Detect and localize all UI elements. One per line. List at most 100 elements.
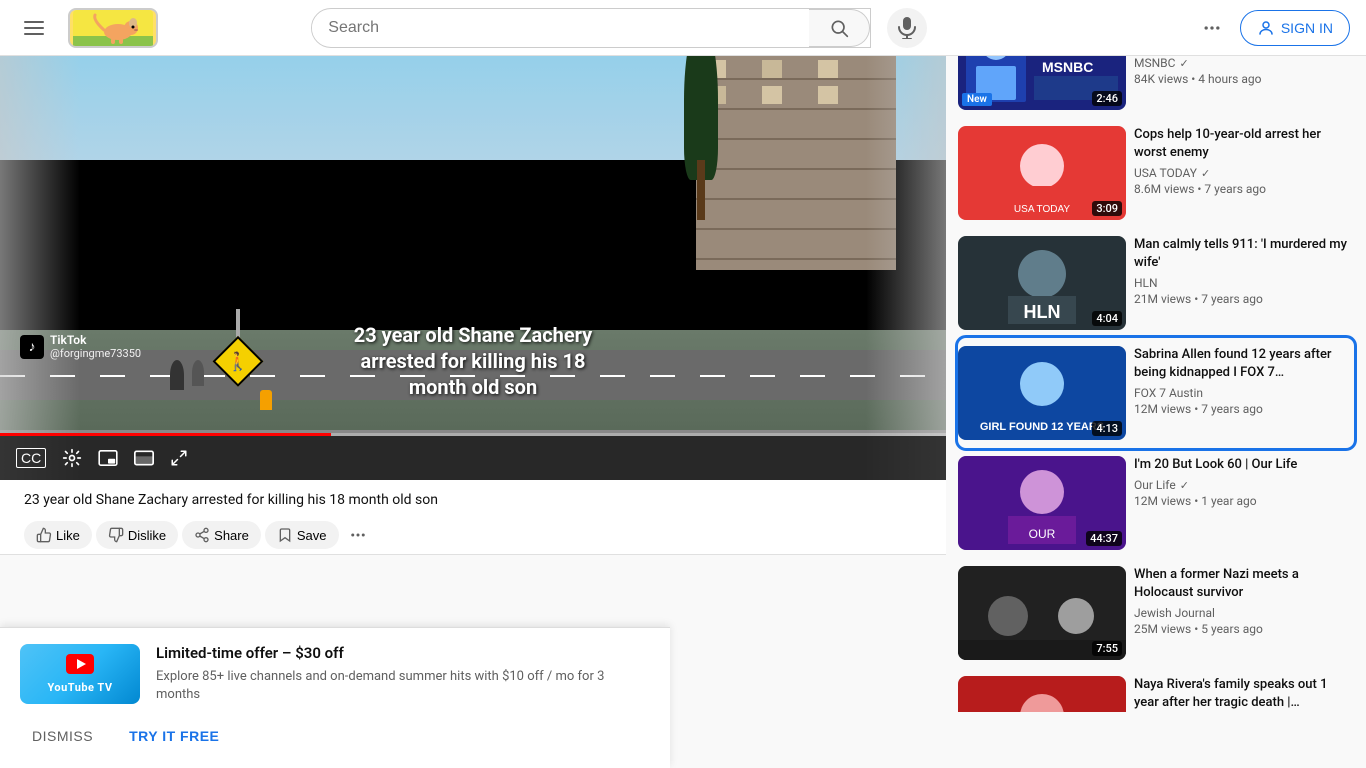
like-button[interactable]: Like — [24, 521, 92, 549]
windows — [706, 60, 866, 104]
svg-text:GIRL FOUND 12 YEARS: GIRL FOUND 12 YEARS — [980, 421, 1104, 433]
video-text-overlay: 23 year old Shane Zachery arrested for k… — [354, 322, 593, 400]
search-input[interactable] — [312, 11, 809, 45]
sidebar-video-title: Man calmly tells 911: 'I murdered my wif… — [1134, 236, 1350, 272]
video-duration: 44:37 — [1086, 531, 1122, 546]
like-label: Like — [56, 528, 80, 543]
sidebar-video-meta: 21M views • 7 years ago — [1134, 292, 1350, 306]
header-center — [269, 8, 969, 48]
tiktok-logo: ♪ — [20, 335, 44, 359]
ad-logo-text: YouTube TV — [47, 681, 112, 694]
window — [762, 60, 782, 78]
logo[interactable] — [68, 8, 158, 48]
dislike-button[interactable]: Dislike — [96, 521, 178, 549]
more-options-button[interactable] — [1192, 8, 1232, 48]
sidebar-video-info: I'm 20 But Look 60 | Our LifeOur Life ✓1… — [1134, 456, 1354, 550]
video-title: 23 year old Shane Zachary arrested for k… — [24, 492, 922, 508]
sidebar-video-info: When a former Nazi meets a Holocaust sur… — [1134, 566, 1354, 660]
channel-label: FOX 7 Austin — [1134, 386, 1203, 400]
fullscreen-button[interactable] — [166, 445, 192, 471]
sidebar-item[interactable]: USA TODAY3:09Cops help 10-year-old arres… — [958, 118, 1354, 228]
save-button[interactable]: Save — [265, 521, 339, 549]
sidebar-video-title: When a former Nazi meets a Holocaust sur… — [1134, 566, 1350, 602]
cc-button[interactable]: CC — [12, 444, 50, 472]
sidebar-video-info: Man calmly tells 911: 'I murdered my wif… — [1134, 236, 1354, 330]
dislike-label: Dislike — [128, 528, 166, 543]
share-label: Share — [214, 528, 249, 543]
menu-button[interactable] — [16, 13, 52, 43]
sidebar-channel-name: Our Life ✓ — [1134, 478, 1350, 492]
sign-in-button[interactable]: SIGN IN — [1240, 10, 1350, 46]
tiktok-watermark: ♪ TikTok @forgingme73350 — [20, 333, 141, 360]
dismiss-button[interactable]: DISMISS — [20, 720, 105, 752]
sidebar-video-info: Cops help 10-year-old arrest her worst e… — [1134, 126, 1354, 220]
sidebar: MSNBC2:46NewMark Meadows Ordered To Test… — [946, 0, 1366, 712]
video-duration: 2:46 — [1092, 91, 1122, 106]
try-free-button[interactable]: TRY IT FREE — [117, 720, 231, 752]
sidebar-thumbnail: GIRL FOUND 12 YEARS4:13 — [958, 346, 1126, 440]
search-button[interactable] — [809, 9, 870, 47]
window — [818, 60, 838, 78]
sidebar-item[interactable]: HLN4:04Man calmly tells 911: 'I murdered… — [958, 228, 1354, 338]
sidebar-video-meta: 25M views • 5 years ago — [1134, 622, 1350, 636]
svg-text:HLN: HLN — [1024, 302, 1061, 322]
sidebar-video-info: Sabrina Allen found 12 years after being… — [1134, 346, 1354, 440]
header-right: SIGN IN — [1192, 8, 1350, 48]
ad-description: Explore 85+ live channels and on-demand … — [156, 668, 650, 704]
miniplayer-button[interactable] — [94, 446, 122, 470]
channel-label: MSNBC — [1134, 56, 1175, 70]
sidebar-item[interactable]: GMA5:22Naya Rivera's family speaks out 1… — [958, 668, 1354, 712]
tiktok-app-name: TikTok — [50, 333, 141, 347]
sign-symbol: 🚶 — [222, 345, 254, 377]
sidebar-video-title: Naya Rivera's family speaks out 1 year a… — [1134, 676, 1350, 712]
svg-text:MSNBC: MSNBC — [1042, 59, 1093, 75]
tiktok-username: @forgingme73350 — [50, 347, 141, 360]
people-silhouettes — [170, 360, 204, 390]
sidebar-video-info: Naya Rivera's family speaks out 1 year a… — [1134, 676, 1354, 712]
video-controls-bar: CC — [0, 436, 946, 480]
cc-icon: CC — [16, 448, 46, 468]
save-label: Save — [297, 528, 327, 543]
channel-label: USA TODAY — [1134, 166, 1197, 180]
sidebar-item[interactable]: GIRL FOUND 12 YEARS4:13Sabrina Allen fou… — [958, 338, 1354, 448]
header-left — [16, 8, 158, 48]
overlay-line1: 23 year old Shane Zachery — [354, 322, 593, 348]
overlay-line3: month old son — [354, 374, 593, 400]
verified-icon: ✓ — [1201, 167, 1210, 180]
sidebar-item[interactable]: 7:55When a former Nazi meets a Holocaust… — [958, 558, 1354, 668]
tree-trunk — [697, 160, 705, 220]
ad-banner: YouTube TV Limited-time offer – $30 off … — [0, 627, 670, 768]
ad-actions: DISMISS TRY IT FREE — [20, 720, 650, 752]
left-gradient — [0, 0, 80, 480]
overlay-line2: arrested for killing his 18 — [354, 348, 593, 374]
sign-in-label: SIGN IN — [1281, 20, 1333, 36]
window — [818, 86, 838, 104]
sidebar-thumbnail: OUR44:37 — [958, 456, 1126, 550]
channel-label: Our Life — [1134, 478, 1176, 492]
sidebar-channel-name: HLN — [1134, 276, 1350, 290]
share-button[interactable]: Share — [182, 521, 261, 549]
video-info: 23 year old Shane Zachary arrested for k… — [0, 480, 946, 516]
theater-button[interactable] — [130, 446, 158, 470]
ad-banner-content: YouTube TV Limited-time offer – $30 off … — [20, 644, 650, 704]
settings-button[interactable] — [58, 444, 86, 472]
svg-text:USA TODAY: USA TODAY — [1014, 204, 1070, 215]
sidebar-channel-name: USA TODAY ✓ — [1134, 166, 1350, 180]
verified-icon: ✓ — [1179, 57, 1188, 70]
sidebar-video-title: Cops help 10-year-old arrest her worst e… — [1134, 126, 1350, 162]
sidebar-item[interactable]: OUR44:37 I'm 20 But Look 60 | Our Life Our… — [958, 448, 1354, 558]
video-duration: 4:13 — [1092, 421, 1122, 436]
youtube-tv-logo: YouTube TV — [20, 644, 140, 704]
sidebar-video-meta: 8.6M views • 7 years ago — [1134, 182, 1350, 196]
sidebar-video-title: I'm 20 But Look 60 | Our Life — [1134, 456, 1350, 474]
more-button[interactable] — [343, 520, 373, 550]
video-player[interactable]: 🚶 ♪ TikTok @forgingme73350 — [0, 0, 946, 480]
video-actions: Like Dislike Share Save — [0, 516, 946, 555]
sidebar-video-title: Sabrina Allen found 12 years after being… — [1134, 346, 1350, 382]
mic-button[interactable] — [887, 8, 927, 48]
channel-label: HLN — [1134, 276, 1158, 290]
sidebar-video-meta: 12M views • 7 years ago — [1134, 402, 1350, 416]
fire-hydrant — [260, 390, 272, 410]
header: SIGN IN — [0, 0, 1366, 56]
person1 — [170, 360, 184, 390]
